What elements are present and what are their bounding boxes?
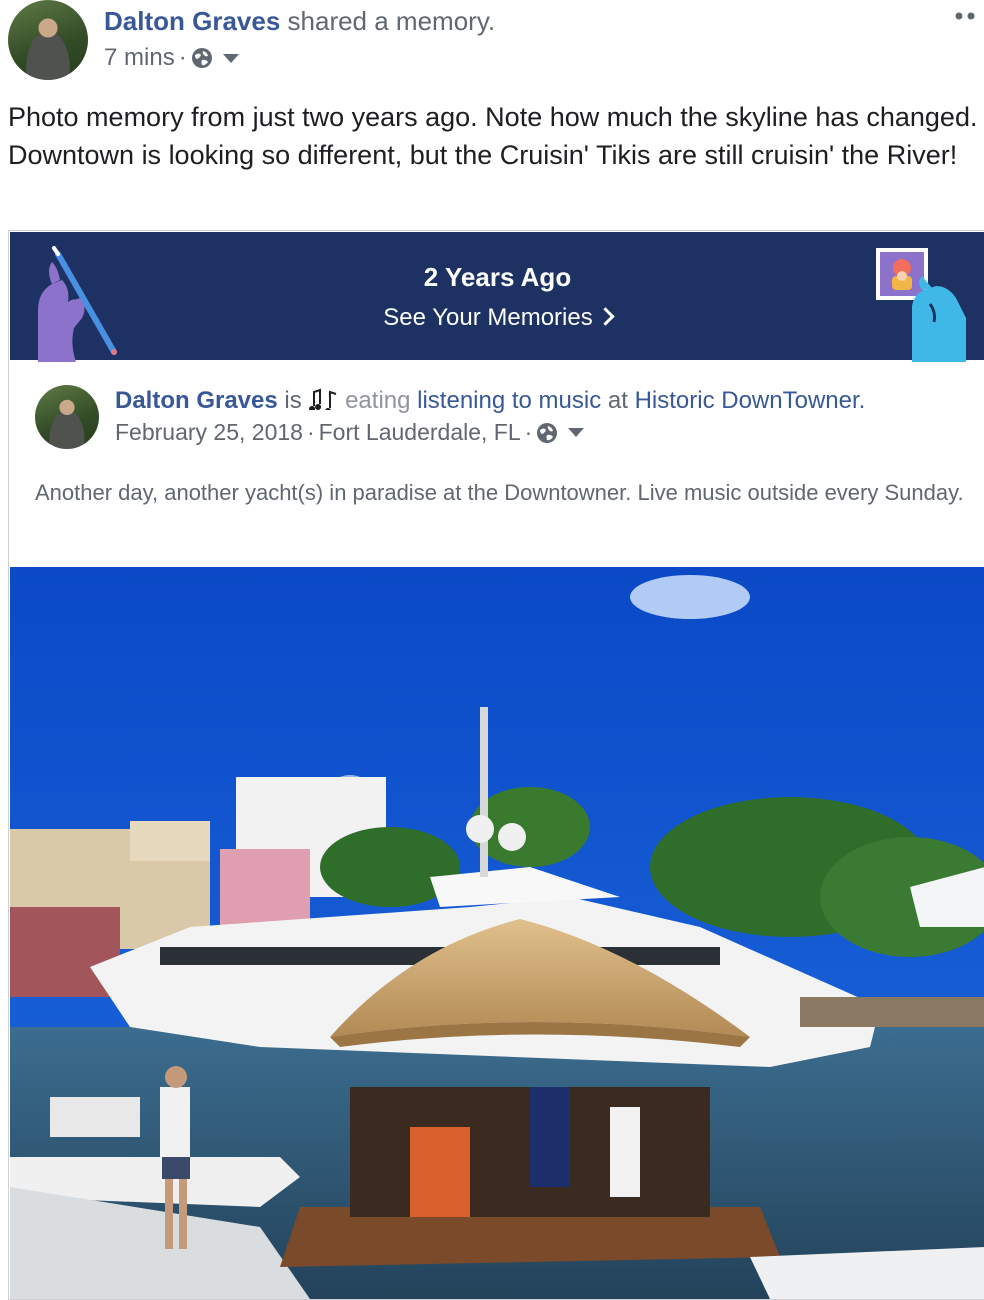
memory-post-header: Dalton Graves is eating listening to mus…: [115, 387, 865, 415]
timestamp[interactable]: 7 mins: [104, 44, 175, 72]
place-link[interactable]: Historic DownTowner.: [635, 387, 866, 414]
see-memories-link[interactable]: See Your Memories: [10, 304, 984, 332]
memory-post-text: Another day, another yacht(s) in paradis…: [35, 480, 964, 505]
memory-card: 2 Years Ago See Your Memories Dalton Gra…: [8, 230, 984, 1300]
at-text: at: [601, 387, 635, 414]
globe-icon[interactable]: [191, 47, 213, 69]
activity-link[interactable]: listening to music: [417, 387, 601, 414]
hand-pencil-illustration: [38, 246, 117, 362]
memory-date[interactable]: February 25, 2018: [115, 419, 303, 446]
see-memories-label: See Your Memories: [383, 304, 593, 331]
activity-verb: eating: [345, 387, 411, 414]
chevron-down-icon[interactable]: [568, 428, 585, 437]
hand-photo-illustration: [876, 248, 966, 362]
author-name-link[interactable]: Dalton Graves: [104, 6, 280, 36]
memory-author-avatar[interactable]: [35, 385, 99, 449]
chevron-right-icon: [596, 307, 615, 326]
memory-years-title: 2 Years Ago: [423, 262, 572, 292]
memory-photo[interactable]: [10, 567, 984, 1299]
author-avatar[interactable]: [8, 0, 88, 80]
meta-separator: ·: [178, 44, 187, 71]
post-header: Dalton Graves shared a memory.: [104, 6, 495, 37]
more-dots-icon[interactable]: [954, 10, 976, 22]
memory-banner[interactable]: 2 Years Ago See Your Memories: [10, 232, 984, 362]
post-meta: 7 mins ·: [104, 44, 239, 72]
memory-author-link[interactable]: Dalton Graves: [115, 387, 278, 414]
post-text: Photo memory from just two years ago. No…: [8, 102, 978, 170]
share-action-text: shared a memory.: [280, 6, 496, 36]
chevron-down-icon[interactable]: [222, 53, 239, 63]
memory-post-meta: February 25, 2018 · Fort Lauderdale, FL …: [115, 419, 585, 446]
globe-icon[interactable]: [536, 422, 558, 444]
music-notes-icon: [309, 388, 337, 414]
is-text: is: [277, 387, 309, 414]
memory-location[interactable]: Fort Lauderdale, FL: [319, 419, 521, 446]
meta-separator: ·: [524, 419, 533, 445]
meta-separator: ·: [306, 419, 315, 445]
